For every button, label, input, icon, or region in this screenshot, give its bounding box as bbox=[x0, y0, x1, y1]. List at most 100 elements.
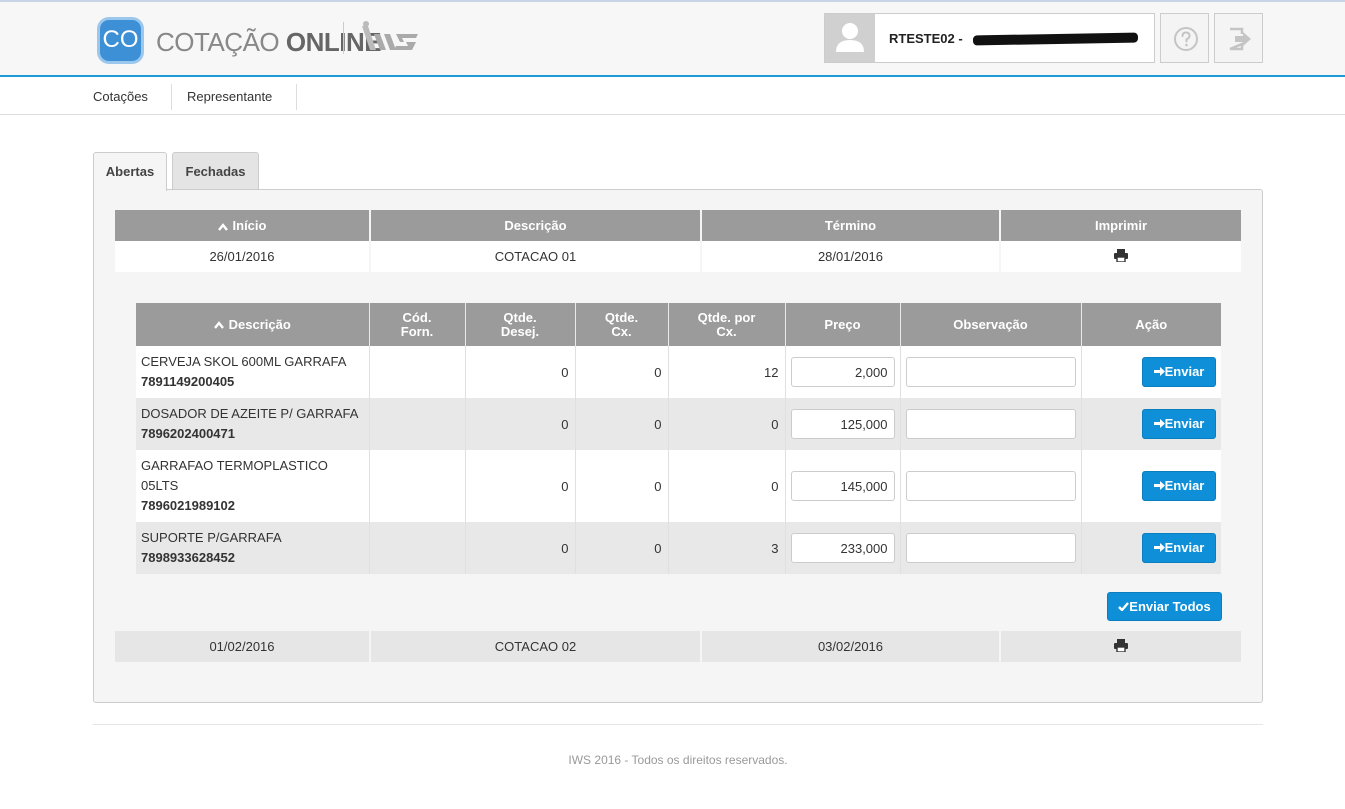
item-cod-forn bbox=[369, 522, 466, 574]
quote-end-date: 28/01/2016 bbox=[701, 241, 1001, 272]
user-name: RTESTE02 - bbox=[889, 31, 963, 46]
quote-description: COTACAO 01 bbox=[370, 241, 702, 272]
column-header-imprimir: Imprimir bbox=[1000, 210, 1241, 241]
item-barcode: 7896021989102 bbox=[141, 498, 235, 513]
quotes-table-header: Início Descrição Término Imprimir bbox=[115, 210, 1241, 241]
arrow-right-icon bbox=[1153, 481, 1165, 490]
item-row: CERVEJA SKOL 600ML GARRAFA 7891149200405 … bbox=[136, 346, 1221, 398]
logo-badge: CO bbox=[97, 17, 144, 64]
quote-row[interactable]: 01/02/2016 COTACAO 02 03/02/2016 bbox=[115, 631, 1241, 662]
quote-print-cell bbox=[1000, 631, 1241, 662]
nav-item-representante[interactable]: Representante bbox=[187, 79, 272, 115]
send-button[interactable]: Enviar bbox=[1142, 471, 1216, 501]
item-name: SUPORTE P/GARRAFA bbox=[141, 530, 282, 545]
column-header-qtde-por-cx: Qtde. por Cx. bbox=[668, 303, 786, 346]
item-action-cell: Enviar bbox=[1081, 450, 1221, 522]
item-qtde-desej: 0 bbox=[465, 522, 576, 574]
arrow-right-icon bbox=[1153, 367, 1165, 376]
column-header-inicio[interactable]: Início bbox=[115, 210, 371, 241]
quote-print-cell bbox=[1000, 241, 1241, 272]
header-line: Forn. bbox=[400, 323, 434, 339]
send-button-label: Enviar bbox=[1164, 540, 1205, 555]
observation-input[interactable] bbox=[905, 471, 1076, 501]
column-header-qtde-desej: Qtde. Desej. bbox=[465, 303, 576, 346]
item-row: GARRAFAO TERMOPLASTICO 05LTS 7896021989102… bbox=[136, 450, 1221, 522]
item-qtde-por-cx: 12 bbox=[668, 346, 786, 398]
price-input[interactable] bbox=[790, 533, 895, 563]
user-avatar-icon bbox=[825, 14, 875, 62]
send-button-label: Enviar bbox=[1164, 416, 1205, 431]
item-description: SUPORTE P/GARRAFA 7898933628452 bbox=[136, 522, 370, 574]
item-price-cell bbox=[785, 346, 901, 398]
item-qtde-desej: 0 bbox=[465, 346, 576, 398]
logout-button[interactable] bbox=[1214, 13, 1263, 63]
item-action-cell: Enviar bbox=[1081, 346, 1221, 398]
arrow-right-icon bbox=[1153, 543, 1165, 552]
header-line: Cx. bbox=[716, 323, 737, 339]
item-name: GARRAFAO TERMOPLASTICO bbox=[141, 458, 328, 473]
item-obs-cell bbox=[900, 450, 1082, 522]
main-nav: Cotações Representante bbox=[0, 79, 1345, 115]
header-line: Qtde. bbox=[604, 309, 639, 325]
item-cod-forn bbox=[369, 346, 466, 398]
item-qtde-por-cx: 3 bbox=[668, 522, 786, 574]
app-title: COTAÇÃO ONLINE bbox=[156, 27, 382, 57]
observation-input[interactable] bbox=[905, 357, 1076, 387]
logo-divider bbox=[343, 22, 344, 54]
item-obs-cell bbox=[900, 398, 1082, 450]
price-input[interactable] bbox=[790, 471, 895, 501]
item-qtde-desej: 0 bbox=[465, 450, 576, 522]
item-qtde-cx: 0 bbox=[575, 398, 669, 450]
item-obs-cell bbox=[900, 346, 1082, 398]
send-button-label: Enviar bbox=[1164, 364, 1205, 379]
print-icon[interactable] bbox=[1114, 248, 1128, 263]
column-header-preco: Preço bbox=[785, 303, 901, 346]
tab-fechadas[interactable]: Fechadas bbox=[172, 152, 259, 190]
column-header-observacao: Observação bbox=[900, 303, 1082, 346]
item-name: CERVEJA SKOL 600ML GARRAFA bbox=[141, 354, 347, 369]
help-icon bbox=[1174, 27, 1198, 51]
item-qtde-cx: 0 bbox=[575, 450, 669, 522]
item-cod-forn bbox=[369, 450, 466, 522]
item-row: DOSADOR DE AZEITE P/ GARRAFA 789620240047… bbox=[136, 398, 1221, 450]
header-line: Qtde. bbox=[503, 309, 537, 325]
item-qtde-cx: 0 bbox=[575, 522, 669, 574]
nav-divider bbox=[171, 84, 172, 110]
send-button[interactable]: Enviar bbox=[1142, 533, 1216, 563]
item-action-cell: Enviar bbox=[1081, 398, 1221, 450]
help-button[interactable] bbox=[1160, 13, 1209, 63]
header-line: Qtde. por bbox=[697, 309, 756, 325]
quote-start-date: 26/01/2016 bbox=[115, 241, 371, 272]
item-price-cell bbox=[785, 522, 901, 574]
item-barcode: 7898933628452 bbox=[141, 550, 235, 565]
send-button[interactable]: Enviar bbox=[1142, 409, 1216, 439]
send-button[interactable]: Enviar bbox=[1142, 357, 1216, 387]
price-input[interactable] bbox=[790, 357, 895, 387]
column-header-descricao: Descrição bbox=[370, 210, 702, 241]
header-line: Cx. bbox=[611, 323, 632, 339]
column-header-cod-forn: Cód. Forn. bbox=[369, 303, 466, 346]
footer-text: IWS 2016 - Todos os direitos reservados. bbox=[568, 753, 788, 767]
items-table-header: Descrição Cód. Forn. Qtde. Desej. Qtde. Cx.… bbox=[136, 303, 1221, 346]
header-line: Desej. bbox=[500, 323, 540, 339]
quote-end-date: 03/02/2016 bbox=[701, 631, 1001, 662]
observation-input[interactable] bbox=[905, 409, 1076, 439]
sort-up-icon bbox=[217, 222, 228, 231]
column-header-item-descricao[interactable]: Descrição bbox=[136, 303, 370, 346]
print-icon[interactable] bbox=[1114, 638, 1128, 653]
item-qtde-por-cx: 0 bbox=[668, 398, 786, 450]
item-qtde-por-cx: 0 bbox=[668, 450, 786, 522]
redacted-user-detail bbox=[972, 32, 1139, 46]
quote-row[interactable]: 26/01/2016 COTACAO 01 28/01/2016 bbox=[115, 241, 1241, 272]
user-info-box[interactable]: RTESTE02 - bbox=[824, 13, 1155, 63]
items-table: Descrição Cód. Forn. Qtde. Desej. Qtde. Cx.… bbox=[136, 303, 1221, 574]
item-description: CERVEJA SKOL 600ML GARRAFA 7891149200405 bbox=[136, 346, 370, 398]
tab-abertas[interactable]: Abertas bbox=[93, 152, 167, 191]
nav-item-cotacoes[interactable]: Cotações bbox=[93, 79, 148, 115]
send-all-button[interactable]: Enviar Todos bbox=[1107, 592, 1222, 621]
column-header-label: Descrição bbox=[228, 316, 291, 332]
item-row: SUPORTE P/GARRAFA 7898933628452 0 0 3 Env… bbox=[136, 522, 1221, 574]
price-input[interactable] bbox=[790, 409, 895, 439]
observation-input[interactable] bbox=[905, 533, 1076, 563]
header-line: Cód. bbox=[402, 309, 432, 325]
